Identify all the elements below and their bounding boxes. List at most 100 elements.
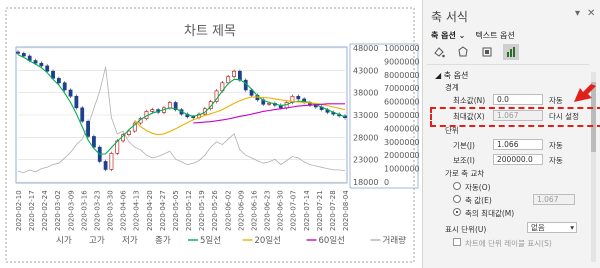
legend-label: 5일선 [200, 236, 221, 246]
candle-body [45, 65, 50, 72]
candle-body [150, 109, 155, 112]
x-tick-label: 2020-06-16 [250, 190, 258, 231]
group-bounds: 경계 [445, 83, 459, 92]
radio-axis-max[interactable] [453, 208, 461, 216]
group-crosses: 가로 축 교차 [445, 169, 485, 178]
legend-label: 20일선 [255, 236, 281, 246]
panel-title: 축 서식 [431, 10, 468, 24]
y2-tick-label: 5000000 [384, 111, 420, 120]
y2-tick-label: 3000000 [384, 138, 420, 147]
chart-area[interactable]: 차트 제목 48000 43000 38000 33000 28000 23000 1800… [0, 0, 420, 268]
show-units-label: 차트에 단위 레이블 표시(S) [465, 239, 552, 248]
max-row-highlight [430, 107, 600, 127]
x-tick-label: 2020-04-20 [146, 190, 154, 231]
radio-auto-label: 자동(O) [465, 183, 491, 192]
candle-body [296, 95, 301, 100]
x-tick-label: 2020-08-04 [342, 190, 350, 231]
candle-body [92, 136, 96, 148]
y-tick-label: 23000 [353, 156, 378, 165]
effects-icon[interactable] [455, 44, 471, 60]
legend-label: 종가 [155, 236, 171, 246]
fill-line-icon[interactable] [431, 44, 447, 60]
series-5day [17, 54, 346, 155]
min-auto-button[interactable]: 자동 [549, 95, 563, 106]
x-tick-label: 2020-06-23 [264, 190, 272, 231]
x-tick-label: 2020-03-16 [80, 190, 88, 231]
legend-label: 60일선 [319, 236, 345, 246]
x-tick-label: 2020-04-13 [133, 190, 141, 231]
candle-body [167, 102, 172, 109]
major-auto-button[interactable]: 자동 [549, 140, 563, 151]
min-input[interactable]: 0.0 [493, 94, 543, 105]
y2-tick-label: 7000000 [384, 84, 420, 93]
y2-tick-label: 6000000 [384, 98, 420, 107]
tab-axis-options-label: 축 옵션 [431, 31, 456, 40]
min-label: 최소값(N) [453, 96, 486, 105]
radio-axis-value-label: 축 값(E) [465, 196, 492, 205]
y-tick-label: 28000 [353, 133, 378, 142]
candle-body [109, 153, 114, 170]
minor-auto-button[interactable]: 자동 [549, 155, 563, 166]
y-tick-label: 18000 [353, 178, 378, 187]
y2-tick-label: 1000000 [384, 165, 420, 174]
tab-axis-options[interactable]: 축 옵션 ⌄ [431, 30, 465, 41]
candle-body [62, 82, 67, 91]
major-input[interactable]: 1.066 [493, 139, 543, 150]
candle-body [237, 70, 242, 81]
size-properties-icon[interactable] [479, 44, 495, 60]
candle-body [226, 76, 231, 84]
candle-body [232, 70, 236, 77]
minor-label: 보조(I) [453, 156, 475, 165]
y2-tick-label: 8000000 [384, 71, 420, 80]
section-axis-options-label: 축 옵션 [443, 71, 469, 80]
tab-text-options[interactable]: 텍스트 옵션 [475, 30, 514, 41]
candle-body [68, 89, 73, 97]
radio-auto[interactable] [453, 182, 461, 190]
red-arrow-icon [574, 84, 596, 102]
x-tick-label: 2020-07-21 [316, 190, 324, 231]
radio-axis-value[interactable] [453, 195, 461, 203]
panel-dropdown-icon[interactable]: ▾ [575, 8, 580, 19]
display-units-label: 표시 단위(U) [445, 225, 487, 234]
y2-tick-label: 9000000 [384, 57, 420, 66]
x-tick-label: 2020-03-30 [107, 190, 115, 231]
candle-body [16, 51, 20, 54]
candle-body [80, 107, 85, 122]
y-tick-label: 33000 [353, 111, 378, 120]
x-tick-label: 2020-05-26 [211, 190, 219, 231]
x-tick-label: 2020-04-06 [120, 190, 128, 231]
x-tick-label: 2020-07-28 [329, 190, 337, 231]
candle-body [33, 60, 38, 64]
divider [427, 64, 589, 65]
section-axis-options[interactable]: ◢ 축 옵션 [435, 70, 468, 81]
panel-icon-row [431, 44, 519, 60]
panel-close-icon[interactable]: ✕ [587, 8, 595, 19]
axis-options-icon[interactable] [503, 44, 519, 60]
candle-body [103, 161, 108, 170]
legend-label: 거래량 [383, 235, 407, 246]
candle-body [56, 78, 61, 84]
axis-value-input[interactable]: 1.067 [533, 194, 575, 205]
x-tick-label: 2020-03-02 [54, 190, 62, 231]
minor-input[interactable]: 200000.0 [493, 154, 543, 165]
x-tick-label: 2020-06-09 [237, 190, 245, 231]
y-tick-label: 48000 [353, 44, 378, 53]
candle-body [267, 103, 271, 105]
display-units-select[interactable]: 없음 ▾ [527, 222, 577, 233]
x-tick-label: 2020-03-09 [67, 190, 75, 231]
x-tick-label: 2020-05-05 [172, 190, 180, 231]
y-tick-label: 38000 [353, 89, 378, 98]
y2-tick-label: 10000000 [384, 44, 420, 53]
series-volume [17, 66, 346, 174]
candle-body [74, 95, 79, 109]
show-units-checkbox[interactable] [453, 238, 461, 246]
legend-label: 저가 [122, 236, 138, 246]
legend-label: 고가 [89, 236, 105, 246]
candle-body [39, 62, 44, 67]
radio-axis-max-label: 축의 최대값(M) [465, 209, 515, 218]
panel-tabs: 축 옵션 ⌄ 텍스트 옵션 [431, 30, 515, 41]
format-axis-panel: 축 서식 ▾ ✕ 축 옵션 ⌄ 텍스트 옵션 ◢ 축 옵션 경계 최소값(N) … [422, 0, 600, 268]
x-tick-label: 2020-02-10 [15, 190, 23, 231]
x-tick-label: 2020-02-17 [28, 190, 36, 231]
candle-body [86, 120, 90, 137]
